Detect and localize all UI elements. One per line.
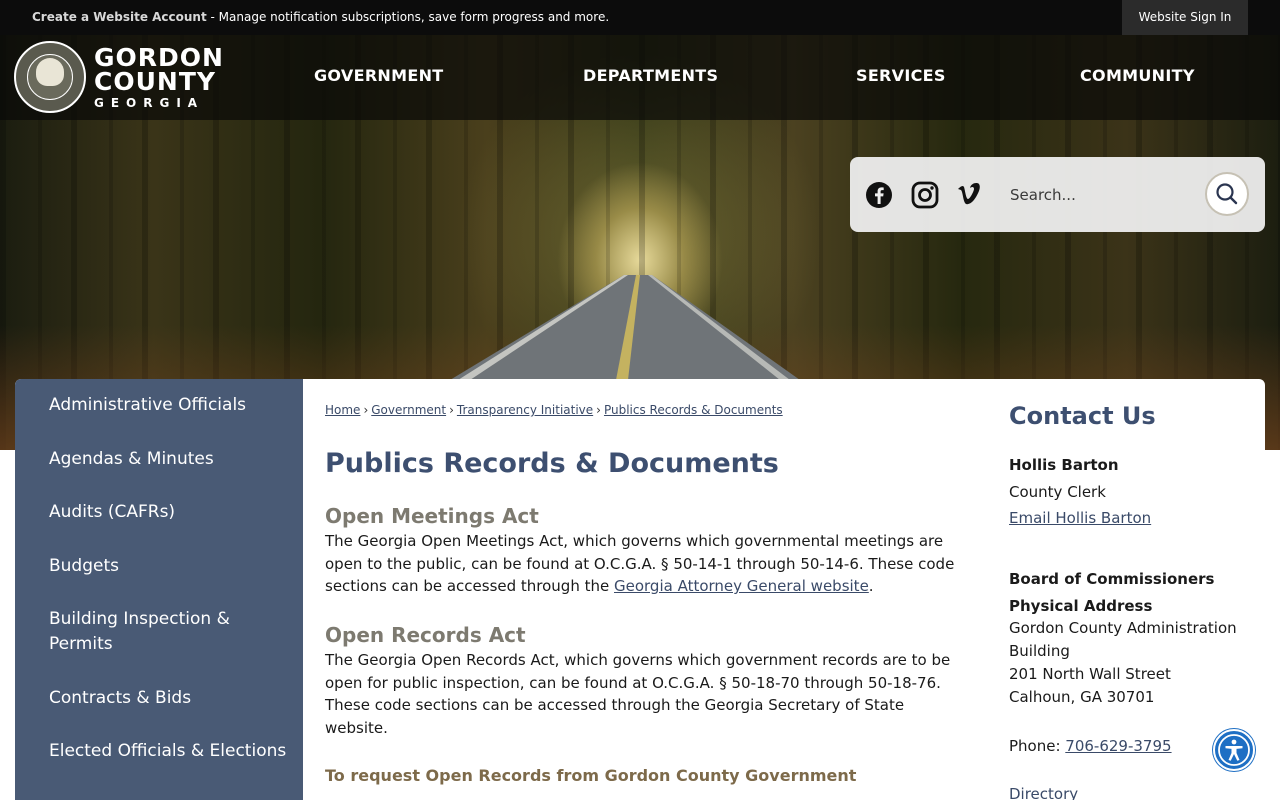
- website-sign-in-button[interactable]: Website Sign In: [1122, 0, 1248, 35]
- county-seal-icon: [14, 41, 86, 113]
- contact-name: Hollis Barton: [1009, 456, 1119, 474]
- section-heading-open-meetings: Open Meetings Act: [325, 504, 539, 528]
- breadcrumb-transparency[interactable]: Transparency Initiative: [457, 403, 593, 417]
- breadcrumb-government[interactable]: Government: [371, 403, 446, 417]
- address-label: Physical Address: [1009, 597, 1153, 615]
- open-records-paragraph: The Georgia Open Records Act, which gove…: [325, 651, 951, 738]
- search-input[interactable]: [1010, 179, 1200, 211]
- contact-role: County Clerk: [1009, 483, 1106, 501]
- sidebar-item-administrative-officials[interactable]: Administrative Officials: [49, 393, 289, 418]
- nav-services[interactable]: SERVICES: [856, 66, 946, 85]
- sidebar-item-elected-officials[interactable]: Elected Officials & Elections: [49, 739, 289, 764]
- page-title: Publics Records & Documents: [325, 448, 779, 479]
- directory-container: Directory: [1009, 783, 1259, 800]
- nav-government[interactable]: GOVERNMENT: [314, 66, 443, 85]
- vimeo-icon[interactable]: [955, 180, 985, 210]
- accessibility-button[interactable]: [1213, 729, 1255, 771]
- email-link[interactable]: Email Hollis Barton: [1009, 509, 1151, 527]
- sidebar-item-budgets[interactable]: Budgets: [49, 554, 289, 579]
- phone-link[interactable]: 706-629-3795: [1065, 737, 1171, 755]
- logo-text-line3: GEORGIA: [94, 96, 205, 110]
- address-line1: Gordon County Administration Building: [1009, 619, 1237, 660]
- gordon-county-logo[interactable]: GORDON COUNTY GEORGIA: [14, 41, 223, 115]
- nav-departments[interactable]: DEPARTMENTS: [583, 66, 718, 85]
- section-heading-open-records: Open Records Act: [325, 623, 526, 647]
- contact-us-title: Contact Us: [1009, 402, 1156, 430]
- attorney-general-link[interactable]: Georgia Attorney General website: [614, 577, 869, 595]
- sidebar-navigation: Administrative Officials Agendas & Minut…: [15, 379, 303, 800]
- breadcrumb-home[interactable]: Home: [325, 403, 360, 417]
- sidebar-item-building-inspection[interactable]: Building Inspection & Permits: [49, 607, 289, 657]
- address-line2: 201 North Wall Street: [1009, 665, 1171, 683]
- request-records-heading: To request Open Records from Gordon Coun…: [325, 766, 857, 785]
- account-message-text: - Manage notification subscriptions, sav…: [206, 10, 610, 24]
- breadcrumb: Home › Government › Transparency Initiative ›…: [325, 403, 783, 417]
- create-account-link[interactable]: Create a Website Account: [32, 10, 207, 24]
- sidebar-item-contracts-bids[interactable]: Contracts & Bids: [49, 686, 289, 711]
- top-bar: Create a Website Account - Manage notifi…: [0, 0, 1280, 35]
- contact-org: Board of Commissioners: [1009, 570, 1215, 588]
- phone-label: Phone:: [1009, 737, 1066, 755]
- search-icon: [1216, 183, 1238, 205]
- breadcrumb-current[interactable]: Publics Records & Documents: [604, 403, 783, 417]
- instagram-icon[interactable]: [910, 180, 940, 210]
- sidebar-item-agendas-minutes[interactable]: Agendas & Minutes: [49, 447, 289, 472]
- search-button[interactable]: [1205, 172, 1249, 216]
- nav-community[interactable]: COMMUNITY: [1080, 66, 1195, 85]
- search-widget: [850, 157, 1265, 232]
- sidebar-item-audits[interactable]: Audits (CAFRs): [49, 500, 289, 525]
- directory-link[interactable]: Directory: [1009, 785, 1078, 800]
- open-meetings-paragraph: The Georgia Open Meetings Act, which gov…: [325, 532, 955, 596]
- logo-text-line2: COUNTY: [94, 67, 216, 96]
- contact-email-container: Email Hollis Barton: [1009, 507, 1259, 530]
- account-message: Create a Website Account - Manage notifi…: [32, 10, 609, 24]
- facebook-icon[interactable]: [864, 180, 894, 210]
- address-line3: Calhoun, GA 30701: [1009, 688, 1155, 706]
- accessibility-icon: [1218, 734, 1250, 766]
